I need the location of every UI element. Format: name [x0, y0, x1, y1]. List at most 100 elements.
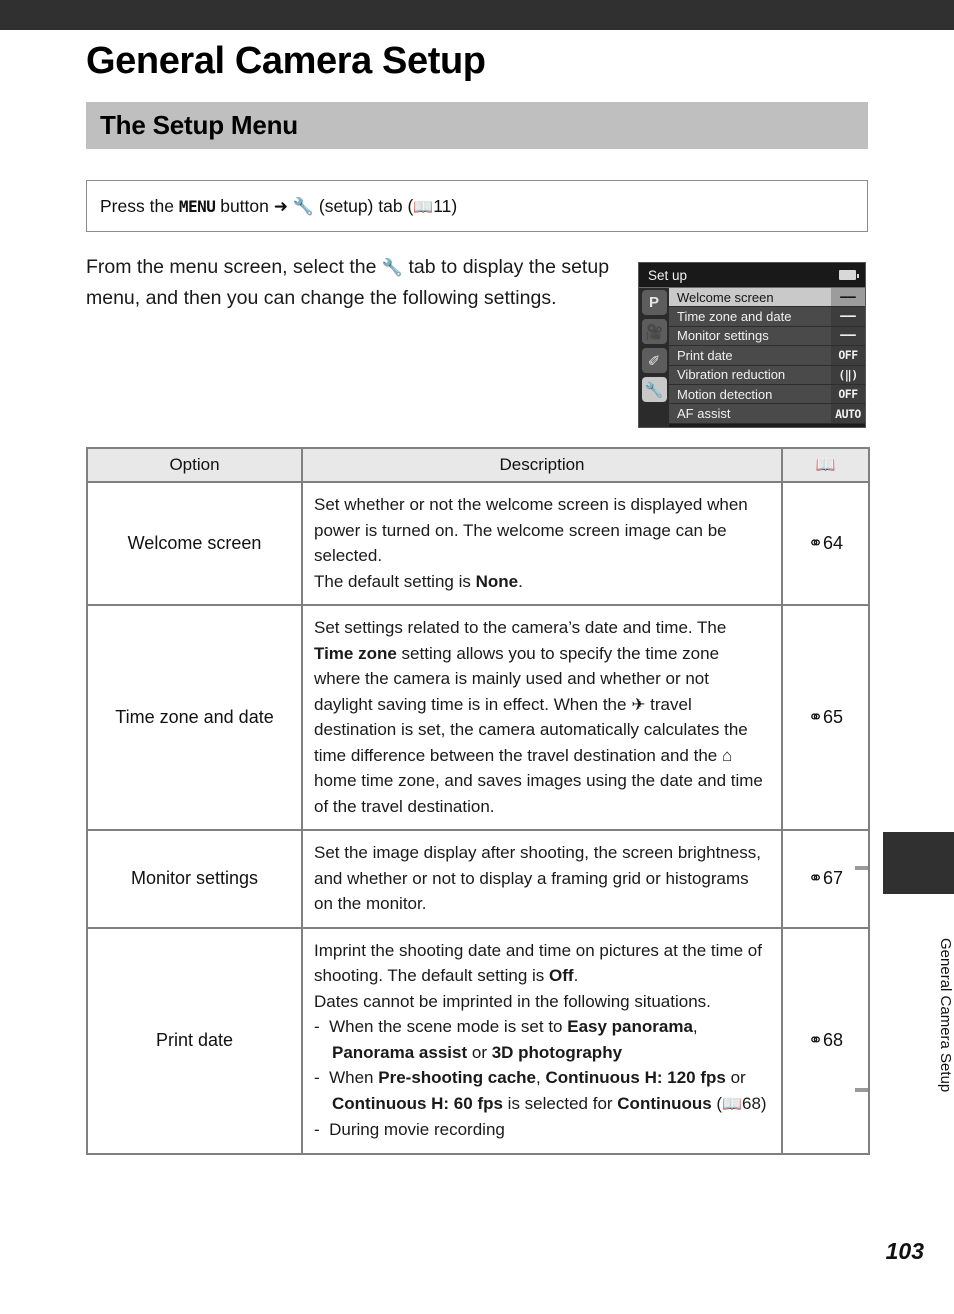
wrench-icon: 🔧: [381, 258, 404, 277]
intro-paragraph: From the menu screen, select the 🔧 tab t…: [86, 252, 616, 313]
lcd-tab-movie[interactable]: 🎥: [641, 319, 667, 344]
lcd-menu-item-label: Vibration reduction: [677, 367, 786, 383]
menu-path-setup: (setup) tab (: [318, 195, 414, 216]
emphasis-term: Continuous H: 60 fps: [332, 1093, 503, 1113]
emphasis-term: 3D photography: [491, 1042, 623, 1062]
lcd-menu-item-label: Time zone and date: [677, 309, 792, 325]
lcd-menu-item-value: OFF: [831, 384, 865, 404]
lcd-menu-item-value: OFF: [831, 346, 865, 365]
table-row: Time zone and date Set settings related …: [86, 604, 870, 831]
airplane-icon: ✈: [631, 694, 646, 714]
menu-button-label: MENU: [178, 196, 216, 216]
reference-page: 68: [823, 1030, 844, 1050]
option-description: Set whether or not the welcome screen is…: [301, 481, 783, 606]
book-icon: 📖: [815, 457, 836, 474]
reference-page: 67: [823, 868, 844, 889]
reference-mark-icon: ⚭: [807, 1030, 823, 1050]
intro-part1: From the menu screen, select the: [86, 256, 377, 278]
menu-path-text: Press the MENU button ➜ 🔧 (setup) tab (📖…: [100, 196, 457, 217]
table-row: Welcome screen Set whether or not the we…: [86, 481, 870, 606]
battery-icon: [839, 270, 859, 280]
table-row: Monitor settings Set the image display a…: [86, 829, 870, 929]
emphasis-term: Continuous H: 120 fps: [545, 1068, 726, 1087]
page-title: General Camera Setup: [86, 40, 486, 82]
list-item: - When Pre-shooting cache, Continuous H:…: [314, 1068, 767, 1113]
lcd-menu-item[interactable]: Print date OFF: [669, 346, 865, 366]
menu-path-box: Press the MENU button ➜ 🔧 (setup) tab (📖…: [86, 180, 868, 232]
lcd-menu-item[interactable]: Welcome screen ––: [669, 288, 865, 308]
section-heading-band: The Setup Menu: [86, 102, 868, 149]
lcd-menu-list: Welcome screen –– Time zone and date –– …: [669, 288, 865, 427]
reference-mark-icon: ⚭: [807, 533, 823, 553]
emphasis-term: Panorama assist: [332, 1042, 468, 1062]
reference-cell: ⚭64: [781, 481, 870, 606]
column-header-option: Option: [86, 447, 303, 483]
option-description: Set settings related to the camera’s dat…: [301, 604, 783, 831]
lcd-menu-item-value: (‖): [831, 365, 865, 384]
reference-page: 64: [823, 533, 844, 553]
reference-mark-icon: ⚭: [807, 868, 823, 889]
column-header-description: Description: [301, 447, 783, 483]
lcd-menu-item-value: ––: [831, 307, 865, 326]
option-name: Time zone and date: [86, 604, 303, 831]
book-icon: 📖: [722, 1095, 743, 1113]
emphasis-term: Easy panorama: [567, 1017, 693, 1036]
table-header-row: Option Description 📖: [86, 447, 870, 483]
reference-cell: ⚭65: [781, 604, 870, 831]
lcd-tab-shooting-mode[interactable]: P: [641, 290, 667, 315]
lcd-tab-effects[interactable]: ✐: [641, 348, 667, 373]
section-heading: The Setup Menu: [100, 110, 298, 140]
reference-page: 65: [823, 707, 844, 727]
emphasis-term: Continuous: [617, 1093, 712, 1113]
emphasis-term: Time zone: [314, 643, 397, 663]
side-chapter-label: General Camera Setup: [937, 937, 954, 1093]
emphasis-term: Pre-shooting cache: [378, 1068, 537, 1087]
menu-path-middle: button: [220, 195, 269, 216]
camera-lcd-mockup: Set up P 🎥 ✐ 🔧 Welcome screen –– Time zo…: [638, 262, 866, 428]
home-icon: ⌂: [721, 745, 733, 765]
table-row: Print date Imprint the shooting date and…: [86, 926, 870, 1155]
option-description: Imprint the shooting date and time on pi…: [301, 926, 783, 1155]
option-name: Print date: [86, 926, 303, 1155]
lcd-title: Set up: [648, 267, 688, 283]
lcd-menu-item-value: ––: [831, 326, 865, 346]
reference-cell: ⚭67: [781, 829, 870, 929]
menu-path-close: ): [451, 195, 458, 216]
lcd-menu-item-label: Print date: [677, 347, 733, 363]
lcd-menu-item-label: Monitor settings: [677, 328, 769, 344]
menu-path-prefix: Press the: [100, 195, 174, 216]
lcd-menu-item[interactable]: Vibration reduction (‖): [669, 365, 865, 385]
menu-path-page: 11: [433, 195, 452, 216]
default-value: None: [475, 571, 519, 591]
column-header-reference: 📖: [781, 447, 870, 483]
option-name: Welcome screen: [86, 481, 303, 606]
lcd-menu-item[interactable]: Monitor settings ––: [669, 326, 865, 347]
crop-mark: [855, 1088, 868, 1092]
side-chapter-tab: [883, 832, 954, 894]
crop-mark: [855, 866, 868, 870]
list-item: - When the scene mode is set to Easy pan…: [314, 1017, 698, 1062]
lcd-tab-setup[interactable]: 🔧: [641, 377, 667, 402]
option-description: Set the image display after shooting, th…: [301, 829, 783, 929]
list-item: - During movie recording: [314, 1120, 505, 1139]
lcd-menu-item-label: Motion detection: [677, 386, 773, 402]
lcd-body: P 🎥 ✐ 🔧 Welcome screen –– Time zone and …: [639, 288, 865, 427]
wrench-icon: 🔧: [292, 196, 315, 216]
lcd-tab-strip: P 🎥 ✐ 🔧: [639, 288, 669, 427]
lcd-title-bar: Set up: [639, 263, 865, 288]
lcd-menu-item-value: AUTO: [831, 404, 865, 423]
page-number: 103: [885, 1238, 924, 1264]
default-value: Off: [549, 966, 574, 985]
arrow-right-icon: ➜: [273, 196, 288, 216]
setup-options-table: Option Description 📖 Welcome screen Set …: [86, 447, 870, 1155]
lcd-menu-item[interactable]: Time zone and date ––: [669, 307, 865, 327]
lcd-menu-item[interactable]: AF assist AUTO: [669, 404, 865, 424]
lcd-menu-item[interactable]: Motion detection OFF: [669, 384, 865, 405]
reference-mark-icon: ⚭: [807, 707, 823, 727]
lcd-menu-item-value: ––: [831, 288, 865, 307]
book-icon: 📖: [413, 198, 434, 216]
top-decorative-bar: [0, 0, 954, 30]
reference-cell: ⚭68: [781, 926, 870, 1155]
option-name: Monitor settings: [86, 829, 303, 929]
lcd-menu-item-label: Welcome screen: [677, 289, 774, 305]
